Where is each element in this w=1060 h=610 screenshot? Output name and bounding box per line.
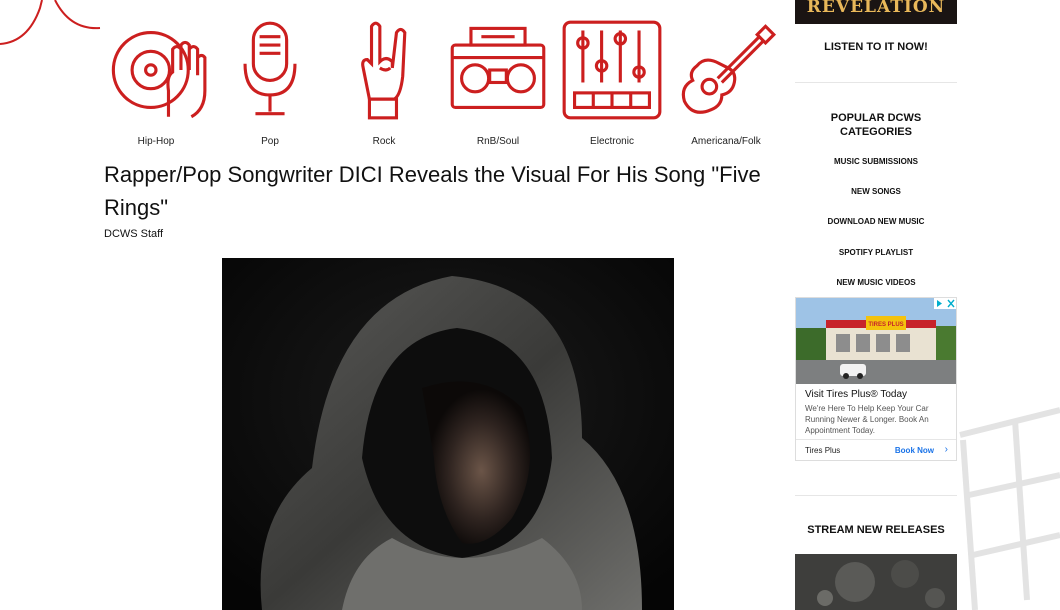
hooded-figure-image — [222, 258, 674, 610]
mixer-icon — [562, 20, 662, 120]
stream-new-releases-title: STREAM NEW RELEASES — [807, 524, 945, 536]
boombox-icon — [450, 26, 546, 110]
ad-store-photo: TIRES PLUS — [796, 298, 956, 384]
genre-label: RnB/Soul — [476, 136, 520, 147]
release-artwork — [795, 554, 957, 610]
genre-rnb-soul[interactable]: RnB/Soul — [441, 18, 555, 147]
ad-headline[interactable]: Visit Tires Plus® Today — [805, 389, 907, 400]
genre-hip-hop[interactable]: Hip-Hop — [99, 18, 213, 147]
genre-label: Rock — [372, 136, 396, 147]
genre-americana-folk[interactable]: Americana/Folk — [669, 18, 783, 147]
album-banner[interactable]: REVELATION — [795, 0, 957, 24]
sidebar-divider — [795, 495, 957, 496]
ad-sign-text: TIRES PLUS — [868, 322, 903, 328]
sidebar-link-spotify-playlist[interactable]: SPOTIFY PLAYLIST — [795, 248, 957, 257]
advertisement[interactable]: TIRES PLUS Visit Tires Plus® Today We're… — [795, 297, 957, 461]
genre-label: Hip-Hop — [137, 136, 175, 147]
categories-title: POPULAR DCWS CATEGORIES — [830, 112, 922, 138]
genre-rock[interactable]: Rock — [327, 18, 441, 147]
sidebar-link-download-new-music[interactable]: DOWNLOAD NEW MUSIC — [795, 217, 957, 226]
genre-label: Electronic — [590, 136, 634, 147]
decorative-curve — [0, 0, 101, 45]
ad-choices-icon[interactable] — [934, 298, 956, 309]
sidebar-divider — [795, 82, 957, 83]
genre-label: Pop — [261, 136, 279, 147]
rock-hand-icon — [361, 21, 407, 120]
ad-divider — [796, 439, 956, 440]
sidebar-link-new-music-videos[interactable]: NEW MUSIC VIDEOS — [795, 278, 957, 287]
chevron-right-icon[interactable]: › — [945, 444, 948, 455]
genre-electronic[interactable]: Electronic — [555, 18, 669, 147]
ad-body-text: We're Here To Help Keep Your Car Running… — [805, 404, 929, 435]
genre-label: Americana/Folk — [691, 136, 761, 147]
listen-now-link[interactable]: LISTEN TO IT NOW! — [795, 41, 957, 53]
genre-navigation: Hip-Hop Pop Rock RnB/Soul Electronic Ame… — [104, 18, 780, 153]
ad-brand-name: Tires Plus — [805, 446, 841, 455]
ad-book-now-button[interactable]: Book Now — [895, 446, 934, 455]
release-thumbnail[interactable] — [795, 554, 957, 610]
decorative-grid-shape — [959, 407, 1060, 610]
article-hero-image — [222, 258, 674, 610]
turntable-hand-icon — [111, 31, 207, 119]
microphone-icon — [243, 21, 297, 116]
article-title: Rapper/Pop Songwriter DICI Reveals the V… — [104, 162, 761, 220]
article-byline[interactable]: DCWS Staff — [104, 228, 163, 240]
genre-pop[interactable]: Pop — [213, 18, 327, 147]
sidebar: REVELATION LISTEN TO IT NOW! POPULAR DCW… — [795, 0, 957, 610]
sidebar-link-new-songs[interactable]: NEW SONGS — [795, 187, 957, 196]
banner-text: REVELATION — [806, 0, 946, 17]
sidebar-link-music-submissions[interactable]: MUSIC SUBMISSIONS — [795, 157, 957, 166]
guitar-icon — [681, 24, 777, 114]
